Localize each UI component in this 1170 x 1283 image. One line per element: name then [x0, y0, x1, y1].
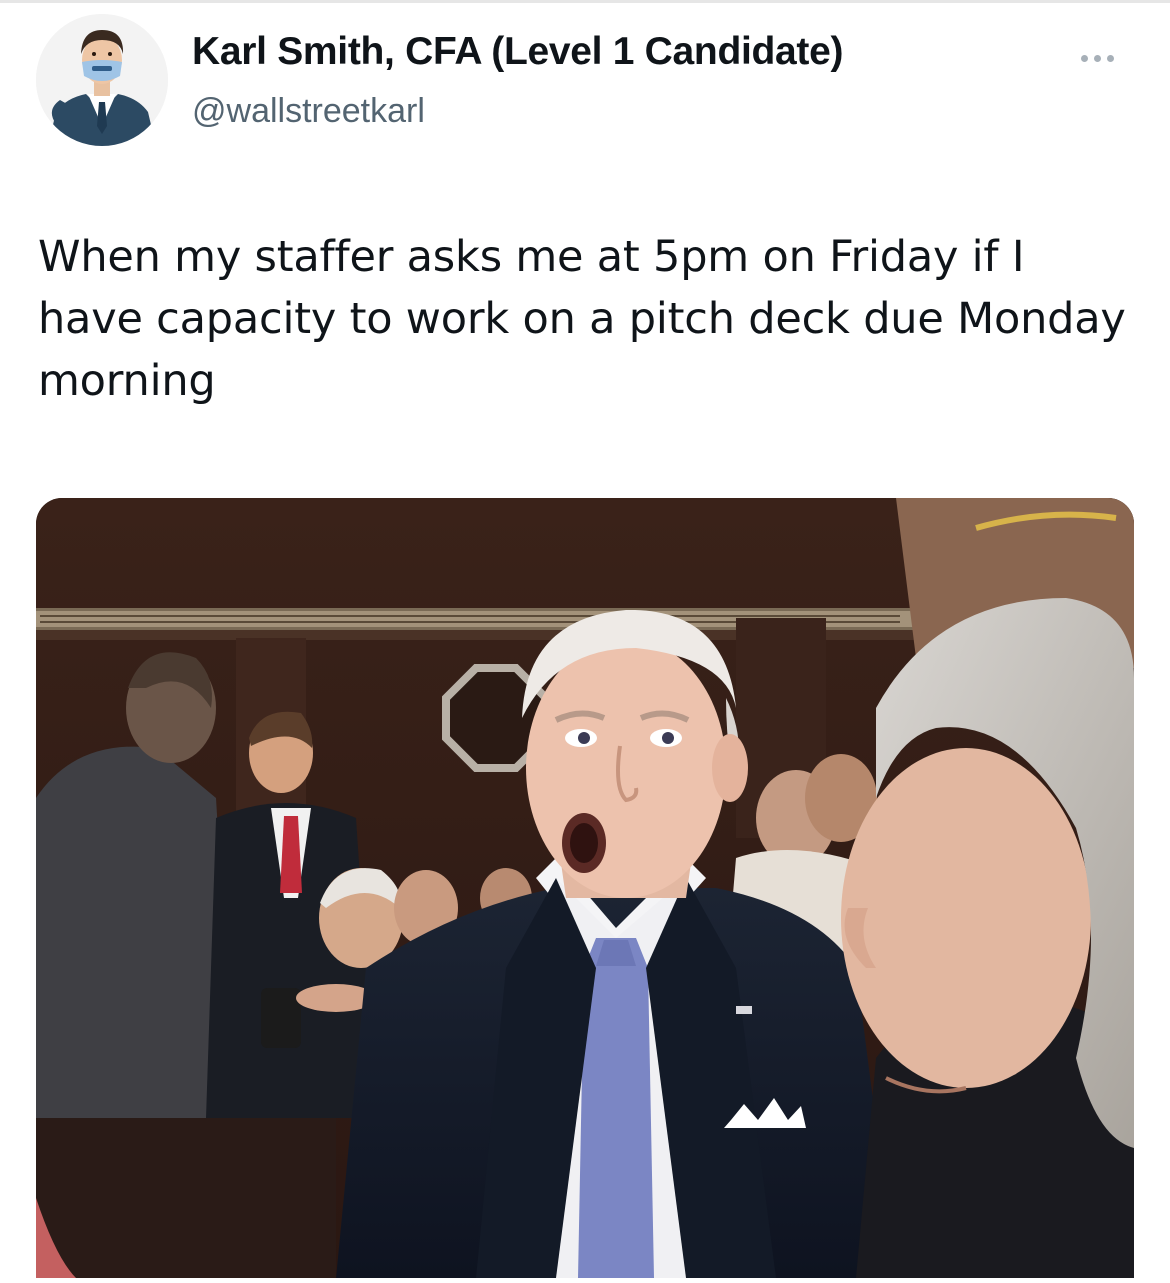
- photo-illustration: [36, 498, 1134, 1278]
- tweet-media-photo[interactable]: [36, 498, 1134, 1278]
- author-handle[interactable]: @wallstreetkarl: [192, 92, 425, 131]
- tweet-text: When my staffer asks me at 5pm on Friday…: [38, 232, 1126, 406]
- top-divider: [0, 0, 1170, 3]
- author-name[interactable]: Karl Smith, CFA (Level 1 Candidate): [192, 30, 843, 74]
- more-dots-icon: [1080, 54, 1114, 62]
- avatar[interactable]: [36, 14, 168, 146]
- avatar-illustration: [36, 14, 168, 146]
- more-options-button[interactable]: [1062, 40, 1132, 76]
